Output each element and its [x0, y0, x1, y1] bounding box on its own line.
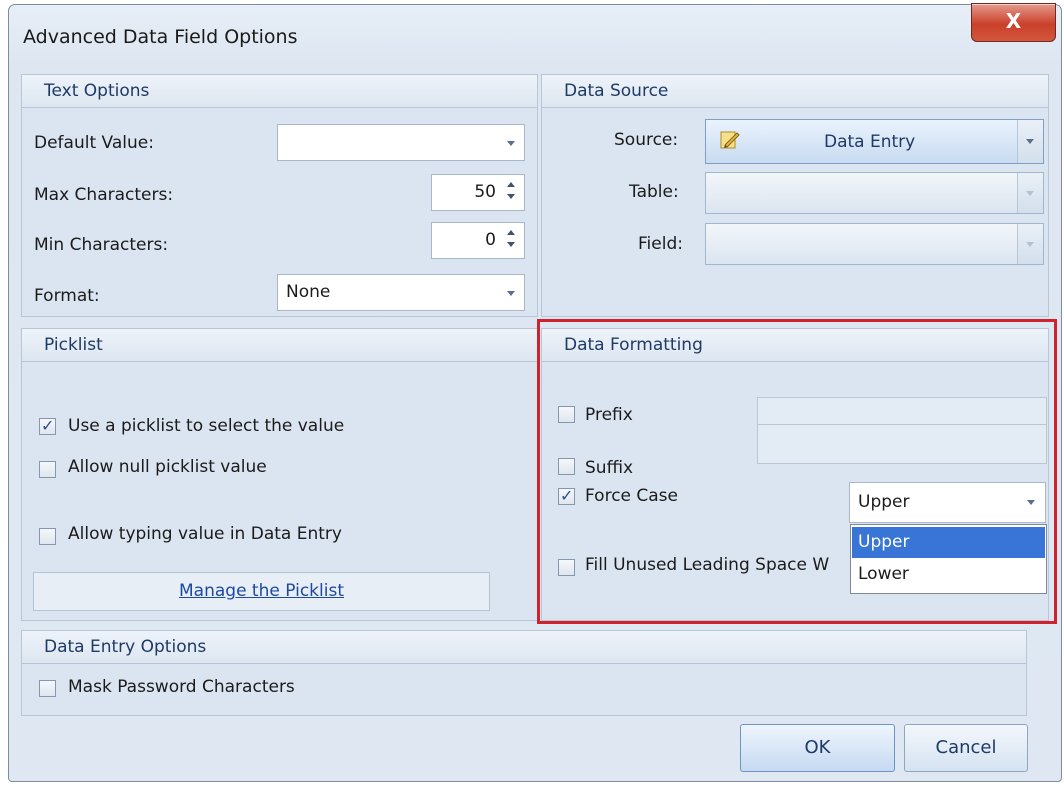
spinner-arrows-icon[interactable]	[506, 229, 516, 251]
chevron-down-icon[interactable]	[1026, 139, 1034, 144]
field-dropdown-button[interactable]	[1017, 224, 1043, 264]
min-characters-value: 0	[485, 230, 496, 250]
mask-password-label[interactable]: Mask Password Characters	[68, 677, 295, 697]
text-options-header: Text Options	[22, 75, 537, 108]
table-combo[interactable]	[705, 172, 1044, 214]
spinner-arrows-icon[interactable]	[506, 181, 516, 203]
highlight-annotation-box	[537, 319, 1057, 624]
max-characters-spinner[interactable]: 50	[431, 174, 525, 211]
format-combo[interactable]: None	[277, 274, 525, 311]
use-picklist-checkbox[interactable]	[39, 416, 56, 435]
use-picklist-label[interactable]: Use a picklist to select the value	[68, 416, 344, 436]
format-value: None	[286, 282, 331, 302]
pencil-icon	[719, 129, 741, 151]
mask-password-checkbox[interactable]	[39, 680, 56, 697]
default-value-label: Default Value:	[34, 133, 154, 153]
max-characters-label: Max Characters:	[34, 185, 174, 205]
table-label: Table:	[629, 182, 679, 202]
data-entry-options-header: Data Entry Options	[22, 631, 1026, 664]
field-label: Field:	[638, 234, 683, 254]
default-value-combo[interactable]	[277, 124, 525, 161]
close-button[interactable]: X	[971, 3, 1056, 42]
chevron-down-icon[interactable]	[1026, 242, 1034, 247]
source-value: Data Entry	[824, 132, 916, 152]
cancel-button[interactable]: Cancel	[904, 724, 1028, 772]
data-entry-options-group: Data Entry Options	[21, 630, 1027, 716]
source-combo[interactable]: Data Entry	[705, 119, 1044, 164]
chevron-down-icon[interactable]	[1026, 191, 1034, 196]
allow-typing-checkbox[interactable]	[39, 528, 56, 545]
source-label: Source:	[614, 130, 679, 150]
source-dropdown-button[interactable]	[1017, 120, 1043, 163]
allow-typing-label[interactable]: Allow typing value in Data Entry	[68, 524, 342, 544]
allow-null-checkbox[interactable]	[39, 461, 56, 478]
chevron-down-icon[interactable]	[507, 141, 515, 146]
picklist-header: Picklist	[22, 329, 537, 362]
format-label: Format:	[34, 286, 100, 306]
allow-null-label[interactable]: Allow null picklist value	[68, 457, 267, 477]
chevron-down-icon[interactable]	[507, 291, 515, 296]
field-combo[interactable]	[705, 223, 1044, 265]
table-dropdown-button[interactable]	[1017, 173, 1043, 213]
min-characters-spinner[interactable]: 0	[431, 222, 525, 259]
min-characters-label: Min Characters:	[34, 235, 169, 255]
manage-picklist-link[interactable]: Manage the Picklist	[33, 572, 490, 611]
data-source-header: Data Source	[542, 75, 1048, 108]
ok-button[interactable]: OK	[740, 724, 895, 772]
dialog-title: Advanced Data Field Options	[23, 26, 298, 48]
max-characters-value: 50	[474, 182, 496, 202]
